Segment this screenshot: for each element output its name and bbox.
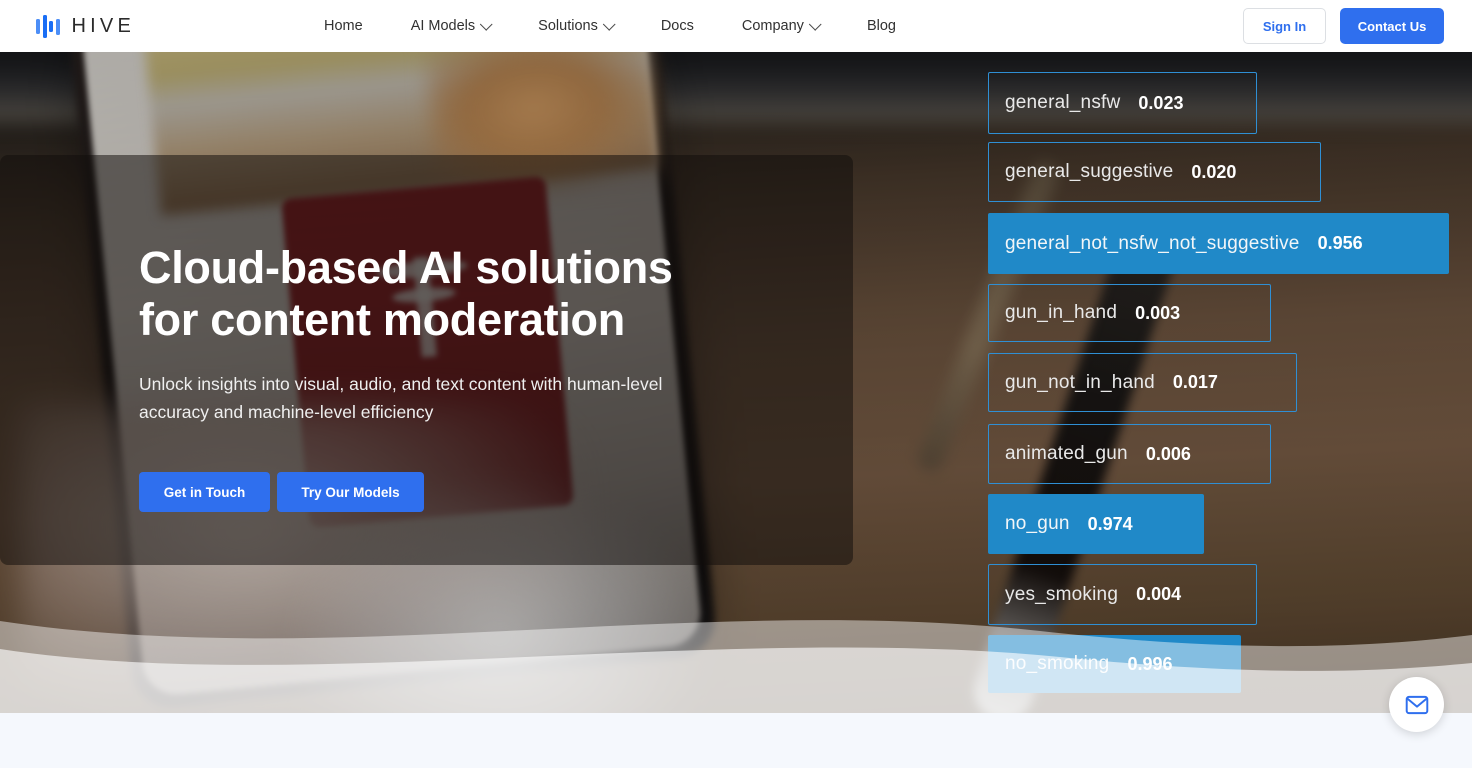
hero-copy: Cloud-based AI solutions for content mod…: [139, 242, 759, 512]
chat-widget-button[interactable]: [1389, 677, 1444, 732]
hive-logo[interactable]: HIVE: [36, 14, 135, 38]
detection-label-no-smoking: no_smoking 0.996: [988, 635, 1241, 693]
sign-in-button[interactable]: Sign In: [1243, 8, 1326, 44]
try-our-models-button[interactable]: Try Our Models: [277, 472, 424, 512]
below-hero-section: [0, 713, 1472, 768]
hero-cta-group: Get in Touch Try Our Models: [139, 472, 759, 512]
detection-label-name: general_suggestive: [1005, 161, 1174, 182]
detection-label-score: 0.003: [1135, 302, 1181, 323]
nav-item-ai-models[interactable]: AI Models: [387, 0, 514, 52]
detection-label-name: general_not_nsfw_not_suggestive: [1005, 232, 1300, 254]
site-header: HIVE Home AI Models Solutions Docs Compa…: [0, 0, 1472, 52]
nav-label: AI Models: [410, 18, 476, 34]
nav-item-home[interactable]: Home: [300, 0, 387, 52]
detection-label-name: no_gun: [1005, 513, 1070, 534]
get-in-touch-button[interactable]: Get in Touch: [139, 472, 270, 512]
detection-label-name: gun_in_hand: [1005, 302, 1118, 323]
hero-section: Cloud-based AI solutions for content mod…: [0, 52, 1472, 713]
detection-label-score: 0.020: [1191, 161, 1237, 182]
detection-label-score: 0.023: [1138, 92, 1184, 113]
detection-label-name: general_nsfw: [1005, 92, 1121, 113]
chevron-down-icon: [602, 17, 616, 31]
detection-label-general-suggestive: general_suggestive 0.020: [988, 142, 1321, 202]
nav-label: Blog: [866, 18, 896, 34]
hive-logo-text: HIVE: [71, 14, 135, 37]
nav-label: Company: [741, 18, 804, 34]
hero-title-line-1: Cloud-based AI solutions: [139, 242, 673, 293]
detection-label-score: 0.006: [1145, 443, 1191, 464]
main-navigation: Home AI Models Solutions Docs Company Bl…: [300, 0, 920, 52]
nav-item-blog[interactable]: Blog: [843, 0, 920, 52]
detection-label-general-nsfw: general_nsfw 0.023: [988, 72, 1257, 134]
detection-label-score: 0.004: [1136, 584, 1182, 604]
detection-label-score: 0.017: [1172, 372, 1218, 392]
hero-title-line-2: for content moderation: [139, 294, 625, 345]
contact-us-button[interactable]: Contact Us: [1340, 8, 1444, 44]
chevron-down-icon: [808, 17, 822, 31]
detection-label-no-gun: no_gun 0.974: [988, 494, 1204, 554]
detection-label-name: no_smoking: [1005, 653, 1110, 674]
hive-logo-icon: [36, 14, 60, 38]
nav-item-company[interactable]: Company: [718, 0, 843, 52]
nav-label: Home: [324, 18, 363, 34]
detection-label-yes-smoking: yes_smoking 0.004: [988, 564, 1257, 625]
detection-label-score: 0.974: [1087, 513, 1133, 534]
detection-label-gun-not-in-hand: gun_not_in_hand 0.017: [988, 353, 1297, 412]
detection-label-animated-gun: animated_gun 0.006: [988, 424, 1271, 484]
detection-label-score: 0.956: [1317, 233, 1363, 253]
detection-label-general-not-nsfw-not-suggestive: general_not_nsfw_not_suggestive 0.956: [988, 213, 1449, 274]
hero-subtitle: Unlock insights into visual, audio, and …: [139, 374, 663, 422]
envelope-icon: [1405, 695, 1428, 714]
nav-label: Solutions: [538, 18, 598, 34]
detection-label-name: animated_gun: [1005, 443, 1128, 464]
page-title: Cloud-based AI solutions for content mod…: [139, 242, 759, 346]
detection-label-gun-in-hand: gun_in_hand 0.003: [988, 284, 1271, 342]
nav-item-solutions[interactable]: Solutions: [514, 0, 637, 52]
detection-label-score: 0.996: [1127, 653, 1173, 674]
detection-label-name: gun_not_in_hand: [1005, 371, 1155, 393]
chevron-down-icon: [480, 17, 493, 31]
detection-label-name: yes_smoking: [1005, 583, 1119, 605]
nav-label: Docs: [660, 18, 694, 34]
header-actions: Sign In Contact Us: [1243, 8, 1444, 44]
nav-item-docs[interactable]: Docs: [637, 0, 718, 52]
